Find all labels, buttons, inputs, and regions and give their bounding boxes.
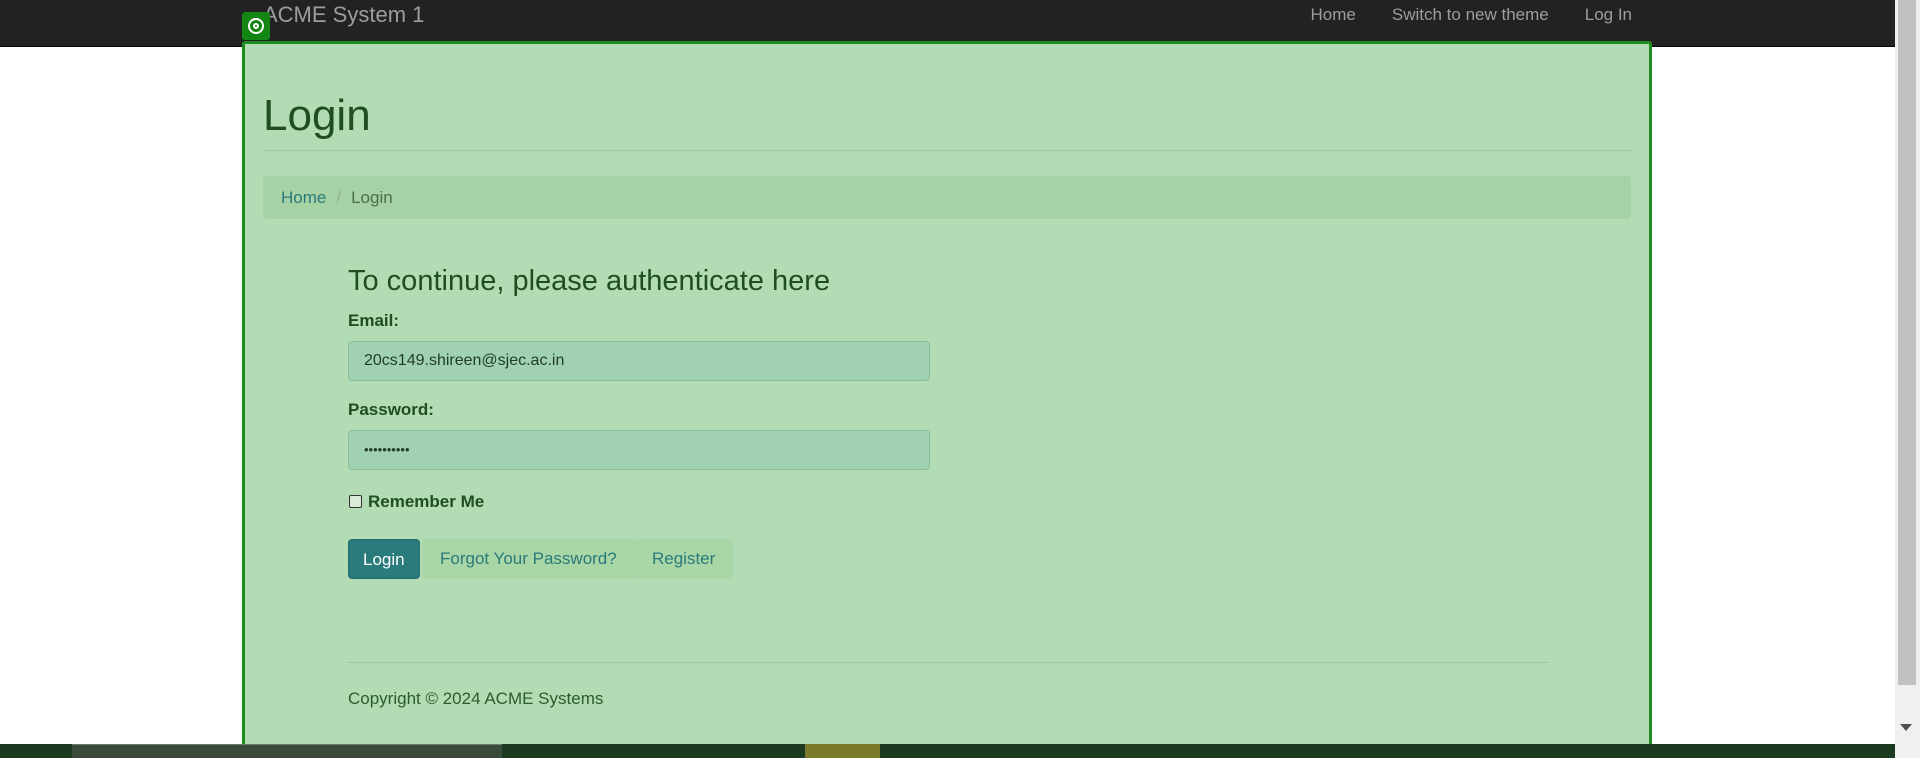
taskbar-window-item[interactable] (72, 744, 502, 758)
breadcrumb-home-link[interactable]: Home (281, 188, 326, 208)
register-button[interactable]: Register (634, 539, 734, 579)
main-content: Login Home / Login To continue, please a… (0, 0, 1920, 758)
title-divider (263, 150, 1631, 151)
email-label: Email: (348, 311, 400, 330)
login-button[interactable]: Login (348, 539, 420, 579)
page-title: Login (263, 91, 371, 140)
scrollbar-thumb[interactable] (1898, 0, 1916, 685)
breadcrumb: Home / Login (263, 176, 1631, 219)
forgot-password-button[interactable]: Forgot Your Password? (422, 539, 635, 579)
taskbar-app-item[interactable] (805, 744, 880, 758)
breadcrumb-current: Login (351, 187, 393, 207)
breadcrumb-separator: / (336, 187, 342, 207)
password-field[interactable]: •••••••••• (348, 430, 930, 470)
scroll-down-arrow-icon[interactable] (1900, 724, 1912, 731)
remember-me-label[interactable]: Remember Me (368, 492, 484, 512)
auth-heading: To continue, please authenticate here (348, 265, 831, 297)
remember-me-checkbox[interactable] (349, 495, 362, 508)
page: ACME System 1 Home Switch to new theme L… (0, 0, 1920, 758)
password-label: Password: (348, 400, 434, 419)
footer-divider (348, 662, 1548, 663)
copyright-text: Copyright © 2024 ACME Systems (348, 689, 604, 708)
email-field[interactable]: 20cs149.shireen@sjec.ac.in (348, 341, 930, 381)
